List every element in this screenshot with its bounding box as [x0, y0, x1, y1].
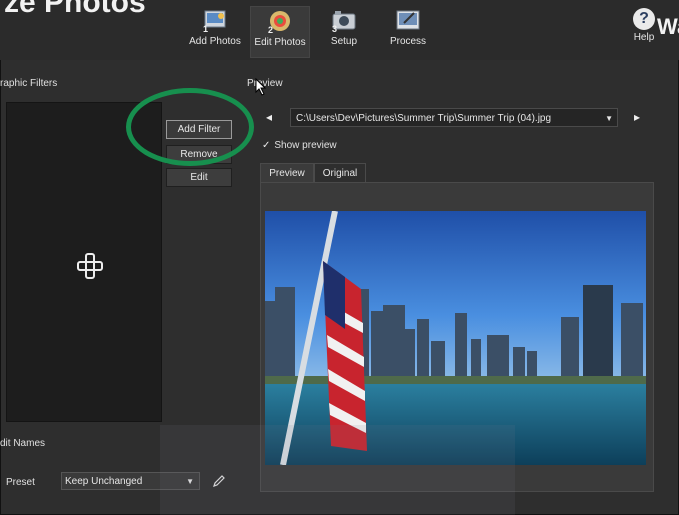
preview-photo [265, 211, 646, 465]
mouse-cursor-icon [255, 78, 267, 96]
toolbar-setup-button[interactable]: 3 Setup [318, 6, 370, 56]
filters-section-label: raphic Filters [0, 78, 58, 89]
chevron-down-icon: ▼ [605, 114, 613, 123]
toolbar-process-button[interactable]: Process [386, 6, 430, 56]
show-preview-checkbox[interactable]: ✓ Show preview [262, 140, 337, 151]
tab-original[interactable]: Original [314, 163, 366, 183]
pencil-icon[interactable] [212, 474, 226, 488]
plus-icon[interactable] [77, 253, 103, 279]
chevron-down-icon: ▼ [186, 477, 194, 486]
preset-select[interactable]: Keep Unchanged ▼ [61, 472, 200, 490]
process-icon [394, 8, 422, 34]
next-photo-arrow-icon[interactable]: ▸ [634, 110, 640, 124]
filter-list[interactable] [6, 102, 162, 422]
checkmark-icon: ✓ [262, 140, 271, 151]
remove-filter-button[interactable]: Remove [166, 145, 232, 164]
previous-photo-arrow-icon[interactable]: ◂ [266, 110, 272, 124]
top-toolbar: ze Photos 1 Add Photos 2 Edit Photos 3 S… [0, 0, 679, 60]
toolbar-help-button[interactable]: ? Help [628, 6, 660, 56]
add-photos-icon: 1 [201, 8, 229, 34]
edit-filter-button[interactable]: Edit [166, 168, 232, 187]
toolbar-edit-photos-button[interactable]: 2 Edit Photos [250, 6, 310, 58]
preset-label: Preset [6, 477, 35, 488]
add-filter-button[interactable]: Add Filter [166, 120, 232, 139]
edit-names-section-label: dit Names [0, 438, 46, 449]
photo-path-select[interactable]: C:\Users\Dev\Pictures\Summer Trip\Summer… [290, 108, 618, 127]
help-icon: ? [633, 8, 655, 30]
brand-text: Wa [657, 14, 679, 39]
edit-photos-icon: 2 [266, 9, 294, 35]
toolbar-add-photos-button[interactable]: 1 Add Photos [188, 6, 242, 56]
app-title: ze Photos [4, 0, 146, 19]
tab-preview[interactable]: Preview [260, 163, 314, 183]
camera-setup-icon: 3 [330, 8, 358, 34]
